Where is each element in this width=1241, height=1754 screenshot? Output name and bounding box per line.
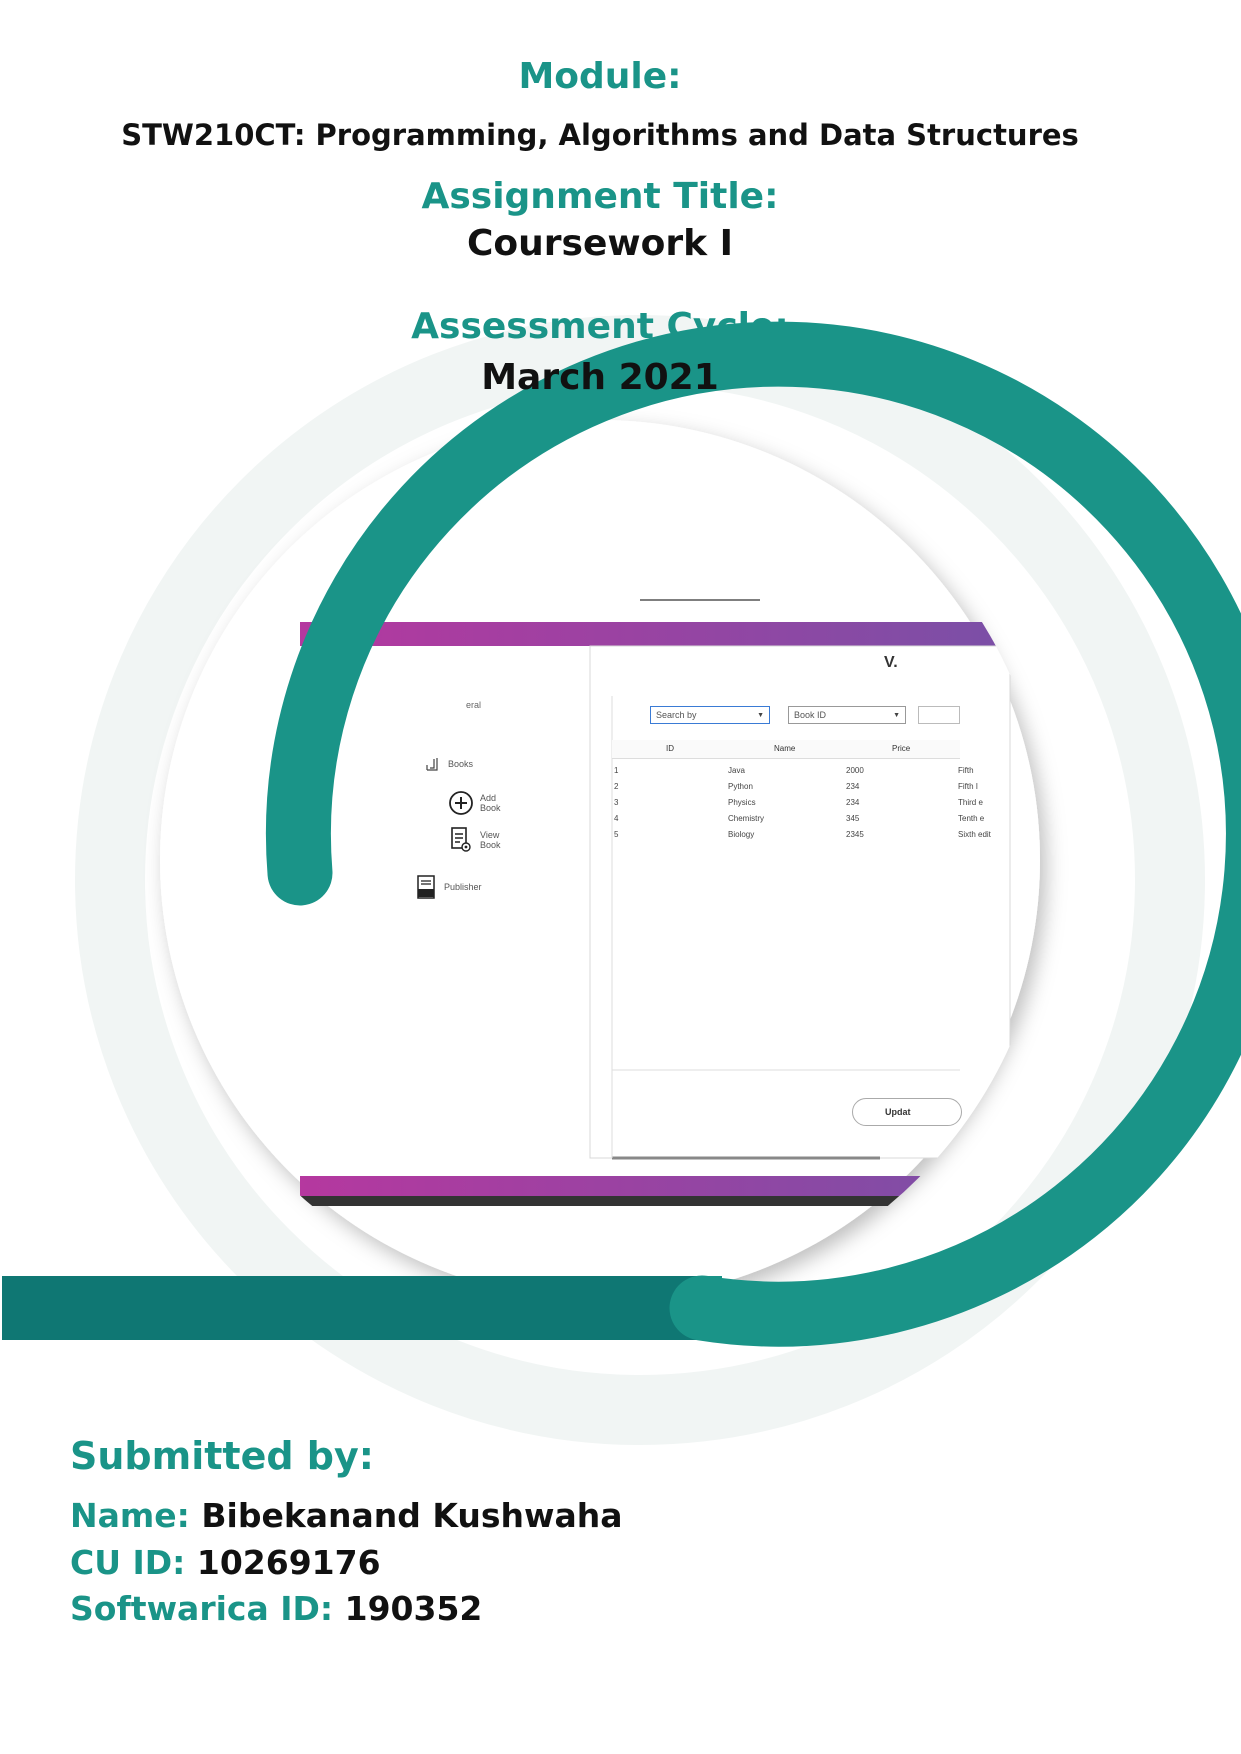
name-value: Bibekanand Kushwaha — [201, 1496, 623, 1535]
window-title: V. — [884, 654, 898, 671]
pdf-document-icon — [416, 874, 438, 900]
update-button[interactable]: Updat — [852, 1098, 962, 1126]
nav-publisher-label: Publisher — [444, 882, 482, 892]
view-document-icon — [450, 826, 474, 854]
nav-view-book[interactable]: View Book — [450, 826, 501, 854]
nav-add-book-label: Add Book — [480, 793, 501, 813]
column-header-id: ID — [666, 744, 674, 753]
book-table: ID Name Price 1 Java 2000 Fifth 2 Python 234 Fi… — [612, 740, 991, 1020]
table-cell-id: 2 — [614, 782, 619, 791]
assignment-title: Coursework I — [467, 223, 733, 264]
nav-publisher[interactable]: Publisher — [416, 874, 482, 900]
table-header-row: ID Name Price — [612, 740, 960, 759]
module-title: STW210CT: Programming, Algorithms and Da… — [121, 118, 1079, 152]
nav-books[interactable]: Books — [424, 755, 473, 773]
nav-view-book-label: View Book — [480, 830, 501, 850]
table-cell-price: 2000 — [846, 766, 864, 775]
search-input[interactable] — [918, 706, 960, 724]
table-cell-id: 5 — [614, 830, 619, 839]
table-row[interactable]: 2 Python 234 Fifth I — [612, 780, 1032, 796]
cycle-value: March 2021 — [481, 357, 719, 398]
module-label: Module: — [518, 56, 682, 97]
table-cell-price: 345 — [846, 814, 860, 823]
column-header-name: Name — [774, 744, 796, 753]
search-by-value: Search by — [656, 710, 697, 720]
table-cell-extra: Fifth — [958, 766, 974, 775]
table-cell-id: 1 — [614, 766, 619, 775]
cu-id-line: CU ID: 10269176 — [70, 1543, 381, 1582]
add-circle-icon — [448, 790, 474, 816]
bottom-bar — [2, 1276, 702, 1340]
submitted-heading: Submitted by: — [70, 1434, 374, 1478]
table-cell-extra: Third e — [958, 798, 983, 807]
table-cell-extra: Tenth e — [958, 814, 985, 823]
softwarica-id-line: Softwarica ID: 190352 — [70, 1589, 482, 1628]
nav-add-book[interactable]: Add Book — [448, 790, 501, 816]
table-cell-price: 2345 — [846, 830, 864, 839]
search-field-value: Book ID — [794, 710, 827, 720]
search-field-dropdown[interactable]: Book ID ▼ — [788, 706, 906, 724]
table-row[interactable]: 4 Chemistry 345 Tenth e — [612, 812, 1032, 828]
softwarica-id-label: Softwarica ID: — [70, 1589, 334, 1628]
table-cell-name: Java — [728, 766, 745, 775]
table-cell-name: Biology — [728, 830, 755, 839]
table-cell-name: Physics — [728, 798, 756, 807]
table-cell-id: 4 — [614, 814, 619, 823]
table-cell-name: Python — [728, 782, 753, 791]
assignment-label: Assignment Title: — [421, 176, 779, 217]
cu-id-label: CU ID: — [70, 1543, 186, 1582]
book-icon — [424, 755, 442, 773]
nav-books-label: Books — [448, 759, 474, 769]
table-row[interactable]: 3 Physics 234 Third e — [612, 796, 1032, 812]
name-label: Name: — [70, 1496, 190, 1535]
table-cell-price: 234 — [846, 798, 860, 807]
table-cell-extra: Fifth I — [958, 782, 979, 791]
table-row[interactable]: 1 Java 2000 Fifth — [612, 764, 1032, 780]
window-band-bottom — [300, 1176, 1000, 1196]
name-line: Name: Bibekanand Kushwaha — [70, 1496, 623, 1535]
chevron-down-icon: ▼ — [893, 711, 900, 719]
column-header-price: Price — [892, 744, 911, 753]
search-by-dropdown[interactable]: Search by ▼ — [650, 706, 770, 724]
cu-id-value: 10269176 — [196, 1543, 381, 1582]
table-row[interactable]: 5 Biology 2345 Sixth edit — [612, 828, 1032, 844]
table-cell-extra: Sixth edit — [958, 830, 991, 839]
softwarica-id-value: 190352 — [344, 1589, 483, 1628]
table-cell-id: 3 — [614, 798, 619, 807]
window-dark-strip — [300, 1196, 1000, 1206]
table-cell-price: 234 — [846, 782, 860, 791]
cycle-label: Assessment Cycle: — [411, 306, 789, 347]
window-band-top — [300, 622, 1000, 646]
chevron-down-icon: ▼ — [757, 711, 764, 719]
table-cell-name: Chemistry — [728, 814, 765, 823]
sidebar-heading: eral — [466, 700, 482, 710]
